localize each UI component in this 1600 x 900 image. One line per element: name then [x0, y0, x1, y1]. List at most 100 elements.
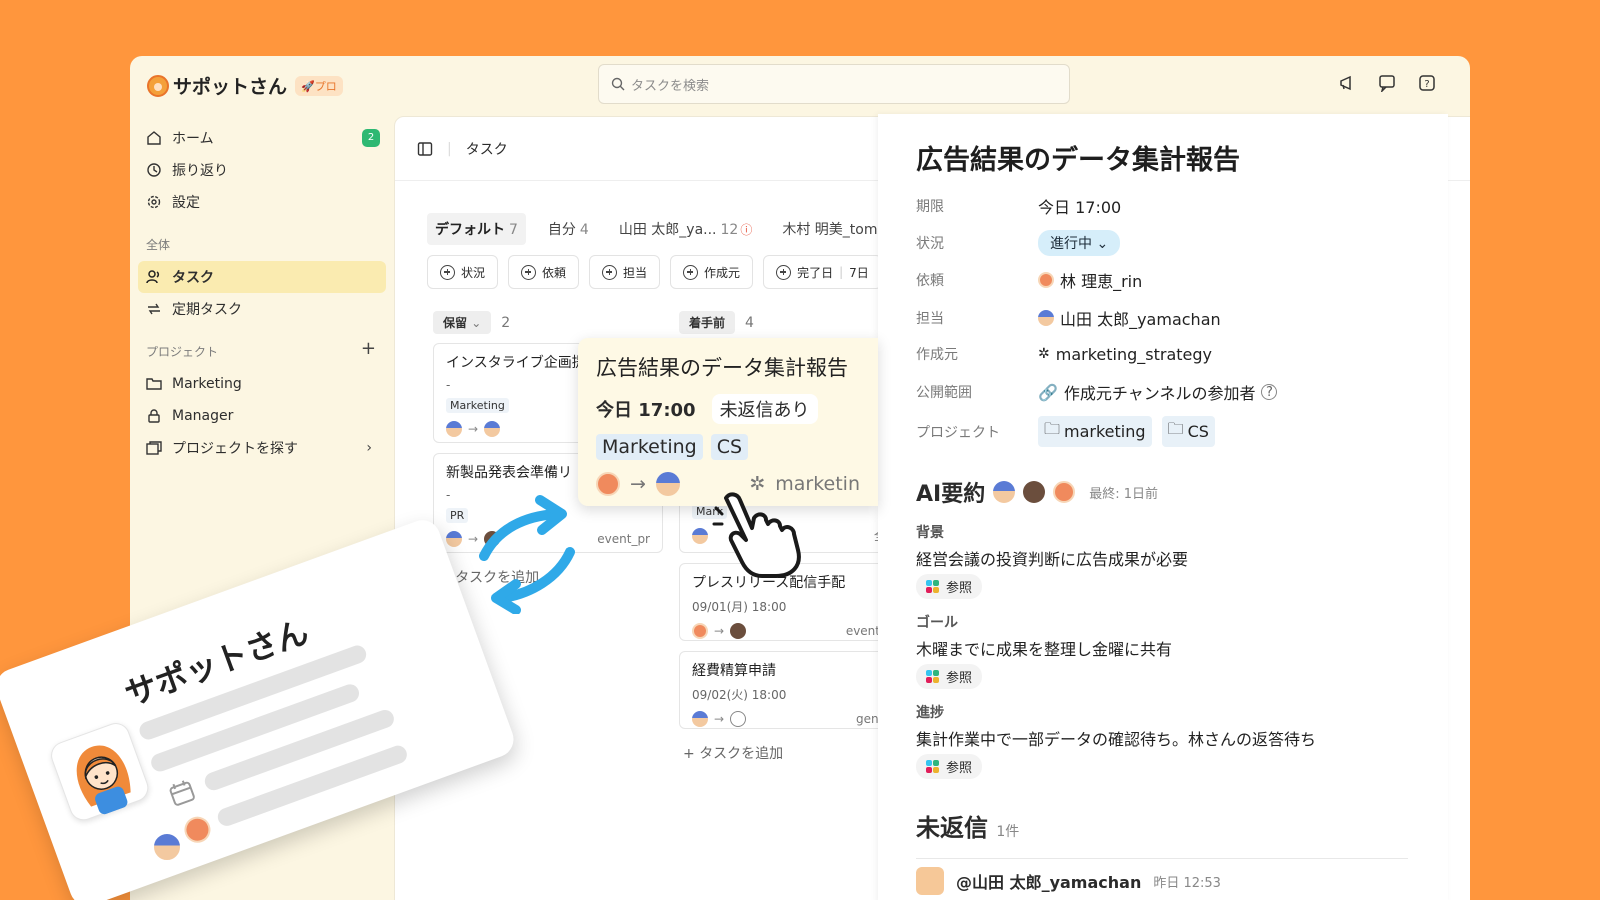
page-title: タスク [465, 141, 508, 158]
column-hold-pill[interactable]: 保留 ⌄ [433, 311, 492, 334]
sidebar: ホーム 2 振り返り 設定 全体 タスク 定期タスク プロジェクト + Mark… [138, 122, 386, 464]
card-people: → gene [692, 711, 886, 727]
sidebar-item-manager[interactable]: Manager [138, 400, 386, 432]
status-dropdown[interactable]: 進行中 ⌄ [1038, 230, 1121, 256]
task-card[interactable]: 経費精算申請 09/02(火) 18:00 → gene [679, 651, 899, 729]
mascot-icon [76, 745, 131, 815]
filter-assignee[interactable]: 担当 [589, 255, 661, 289]
megaphone-icon[interactable] [1338, 74, 1356, 92]
feedback-icon[interactable] [1378, 74, 1396, 92]
search-input[interactable]: タスクを検索 [598, 64, 1070, 104]
task-preview-card[interactable]: 広告結果のデータ集計報告 今日 17:00 未返信あり Marketing CS →… [578, 338, 878, 506]
card-channel: event_pr [597, 532, 650, 546]
prop-due: 期限 今日 17:00 [916, 198, 1122, 217]
add-circle-icon [683, 264, 699, 280]
slack-icon [926, 759, 940, 774]
mascot-avatar [47, 719, 153, 825]
prop-status: 状況 進行中 ⌄ [916, 230, 1121, 256]
add-circle-icon [440, 264, 455, 280]
sidebar-item-marketing[interactable]: Marketing [138, 368, 386, 400]
column-count: 4 [745, 314, 754, 331]
filter-source[interactable]: 作成元 [670, 255, 754, 289]
reference-button[interactable]: 参照 [916, 754, 983, 779]
slack-icon [926, 669, 940, 684]
tab-default[interactable]: デフォルト 7 [427, 213, 526, 245]
reply-time: 昨日 12:53 [1153, 875, 1221, 891]
sidebar-item-home[interactable]: ホーム 2 [138, 122, 386, 154]
chevron-down-icon: ⌄ [471, 316, 482, 330]
tab-kimura[interactable]: 木村 明美_tom [774, 213, 885, 245]
mascot-icon [147, 74, 169, 97]
reference-button[interactable]: 参照 [916, 574, 983, 599]
card-sub: 09/01(月) 18:00 [692, 600, 787, 614]
avatar [1038, 272, 1054, 288]
help-icon[interactable]: ? [1418, 74, 1436, 92]
sidebar-item-label: 設定 [172, 195, 200, 211]
detail-title: 広告結果のデータ集計報告 [916, 145, 1240, 176]
sidebar-item-label: Marketing [172, 376, 242, 392]
preview-unreplied-badge: 未返信あり [711, 394, 818, 424]
view-tabs: デフォルト 7 自分 4 山田 太郎_ya... 12 ⓘ 木村 明美_tom [427, 213, 886, 245]
folders-icon [146, 441, 162, 455]
section-heading: 背景 [916, 525, 944, 541]
slack-icon: ✲ [1038, 346, 1050, 362]
sidebar-item-settings[interactable]: 設定 [138, 186, 386, 218]
unreplied-message[interactable]: @山田 太郎_yamachan 昨日 12:53 [916, 858, 1408, 895]
avatar [692, 527, 708, 544]
chevron-right-icon: › [366, 440, 372, 456]
svg-text:?: ? [1424, 79, 1429, 90]
column-count: 2 [501, 314, 511, 331]
slack-icon [926, 579, 940, 594]
project-tag[interactable]: 🗀 CS [1161, 416, 1215, 447]
unreplied-title: 未返信 1件 [916, 814, 1020, 842]
folder-icon [146, 378, 162, 390]
prop-visibility: 公開範囲 🔗 作成元チャンネルの参加者? [916, 380, 1278, 404]
card-title: 経費精算申請 [692, 663, 776, 679]
prop-source: 作成元 ✲ marketing_strategy [916, 344, 1212, 364]
avatar [655, 472, 680, 496]
card-people: → event_ [692, 623, 886, 639]
sidebar-toggle-icon[interactable] [417, 141, 433, 157]
section-body: 集計作業中で一部データの確認待ち。林さんの返答待ち [916, 730, 1317, 749]
filter-bar: 状況 依頼 担当 作成元 完了日 | 7日 [427, 255, 882, 289]
avatar [730, 711, 747, 727]
column-todo-pill[interactable]: 着手前 [679, 311, 736, 334]
sidebar-item-recurring[interactable]: 定期タスク [138, 293, 386, 325]
avatar [993, 481, 1016, 503]
sidebar-item-label: プロジェクトを探す [172, 441, 298, 457]
sidebar-item-tasks[interactable]: タスク [138, 261, 386, 293]
avatar [596, 472, 620, 496]
filter-done-date[interactable]: 完了日 | 7日 [763, 255, 882, 289]
help-circle-icon[interactable]: ? [1261, 384, 1278, 400]
ai-summary-title: AI要約 最終: 1日前 [916, 481, 1159, 507]
avatar [916, 867, 944, 895]
add-circle-icon [776, 264, 792, 280]
avatar [446, 531, 462, 547]
sidebar-item-review[interactable]: 振り返り [138, 154, 386, 186]
add-project-icon[interactable]: + [361, 340, 376, 360]
app-name: サポットさん [173, 76, 288, 98]
add-task-button-todo[interactable]: + タスクを追加 [683, 743, 783, 763]
column-header-todo: 着手前 4 [679, 311, 754, 334]
tab-yamada[interactable]: 山田 太郎_ya... 12 ⓘ [611, 213, 761, 245]
search-icon [611, 77, 625, 91]
project-tag[interactable]: 🗀 marketing [1038, 416, 1152, 447]
gear-icon [147, 195, 161, 209]
column-header-hold: 保留 ⌄ 2 [433, 311, 510, 334]
sidebar-item-find-projects[interactable]: プロジェクトを探す › [138, 432, 386, 464]
app-logo[interactable]: サポットさん 🚀プロ [147, 72, 343, 99]
section-body: 木曜までに成果を整理し金曜に共有 [916, 640, 1173, 659]
section-projects-title: プロジェクト + [146, 338, 376, 360]
hand-cursor-icon [712, 492, 801, 578]
reference-button[interactable]: 参照 [916, 664, 983, 689]
ai-last-updated: 最終: 1日前 [1089, 486, 1159, 502]
card-tag: Marketing [446, 398, 509, 413]
folder-icon: 🗀 [1044, 419, 1061, 438]
tab-mine[interactable]: 自分 4 [540, 213, 597, 245]
filter-requester[interactable]: 依頼 [508, 255, 580, 289]
filter-status[interactable]: 状況 [427, 255, 499, 289]
avatar [446, 421, 462, 437]
avatar [1053, 481, 1076, 503]
card-sub: 09/02(火) 18:00 [692, 688, 787, 702]
calendar-icon [169, 780, 195, 806]
